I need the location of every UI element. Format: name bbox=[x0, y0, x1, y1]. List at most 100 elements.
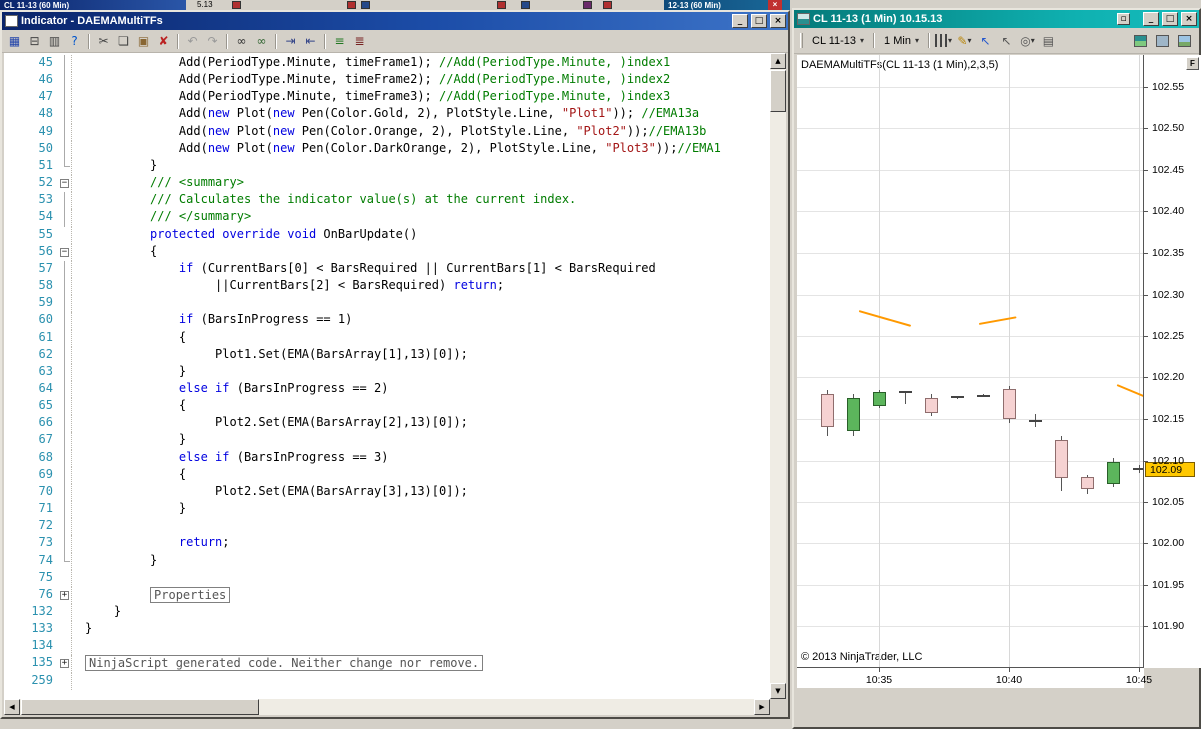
background-window-title-fragment: CL 11-13 (60 Min) bbox=[0, 0, 186, 10]
fold-margin bbox=[58, 106, 72, 124]
chart-window-icon bbox=[797, 13, 810, 25]
candle-body bbox=[1003, 389, 1016, 419]
fold-margin bbox=[58, 483, 72, 502]
paste-icon[interactable]: ▣ bbox=[134, 32, 153, 50]
code-line: 62 Plot1.Set(EMA(BarsArray[1],13)[0]); bbox=[4, 346, 770, 364]
expand-region-box[interactable]: + bbox=[60, 659, 69, 669]
draw-icon[interactable]: ✎ ▾ bbox=[955, 32, 974, 50]
price-axis[interactable]: F 102.09 102.55 102.50 102.45 102.40 102.35 1… bbox=[1144, 55, 1201, 668]
chart-pin-button[interactable]: ▫ bbox=[1117, 13, 1130, 25]
background-icon-fragment bbox=[347, 1, 356, 9]
focus-button[interactable]: F bbox=[1186, 57, 1199, 70]
line-number: 66 bbox=[38, 415, 53, 430]
save-icon[interactable]: ▦ bbox=[5, 32, 24, 50]
fold-margin bbox=[58, 535, 72, 553]
ema-segment bbox=[858, 310, 912, 327]
scroll-up-button[interactable]: ▲ bbox=[770, 53, 786, 69]
editor-minimize-button[interactable]: _ bbox=[732, 14, 748, 28]
editor-close-button[interactable]: × bbox=[770, 14, 786, 28]
chart-titlebar[interactable]: CL 11-13 (1 Min) 10.15.13 ▫ _ □ × bbox=[794, 10, 1199, 28]
cursor-add-icon[interactable]: ↖ bbox=[976, 32, 995, 50]
fragment-close-button[interactable]: × bbox=[768, 0, 782, 10]
outdent-icon[interactable]: ⇤ bbox=[301, 32, 320, 50]
report-icon[interactable]: ▤ bbox=[1039, 32, 1058, 50]
collapsed-region[interactable]: NinjaScript generated code. Neither chan… bbox=[85, 655, 484, 672]
editor-titlebar[interactable]: Indicator - DAEMAMultiTFs _ □ × bbox=[2, 12, 788, 30]
code-line: 50 Add(new Plot(new Pen(Color.DarkOrange… bbox=[4, 140, 770, 159]
chart-view-icons bbox=[1131, 32, 1194, 50]
background-icon-fragment bbox=[232, 1, 241, 9]
fold-margin bbox=[58, 466, 72, 485]
comment-icon[interactable]: ≡ bbox=[330, 32, 349, 50]
time-axis[interactable]: 10:35 10:40 10:45 bbox=[797, 668, 1152, 688]
chart-plot[interactable]: DAEMAMultiTFs(CL 11-13 (1 Min),2,3,5) © … bbox=[797, 55, 1144, 668]
code-text: } bbox=[150, 157, 158, 172]
scroll-right-button[interactable]: ▶ bbox=[754, 699, 770, 715]
gridline-horizontal bbox=[797, 585, 1143, 586]
code-text: } bbox=[113, 604, 122, 618]
gridline-horizontal bbox=[797, 87, 1143, 88]
fold-margin bbox=[58, 312, 72, 330]
code-text: NinjaScript generated code. Neither chan… bbox=[72, 655, 770, 672]
print-preview-icon[interactable]: ▥ bbox=[45, 32, 64, 50]
toolbar-grip[interactable] bbox=[800, 33, 803, 48]
copy-icon[interactable]: ❏ bbox=[114, 32, 133, 50]
snapshot-icon[interactable] bbox=[1153, 32, 1172, 50]
uncomment-icon[interactable]: ≣ bbox=[350, 32, 369, 50]
image-icon[interactable] bbox=[1175, 32, 1194, 50]
scroll-down-button[interactable]: ▼ bbox=[770, 683, 786, 699]
expand-region-box[interactable]: + bbox=[60, 590, 69, 600]
candle-body bbox=[1081, 477, 1094, 489]
indent-icon[interactable]: ⇥ bbox=[281, 32, 300, 50]
price-tick bbox=[1144, 377, 1148, 378]
gridline-horizontal bbox=[797, 295, 1143, 296]
fold-margin bbox=[58, 363, 72, 382]
line-number: 62 bbox=[38, 346, 53, 361]
line-number: 63 bbox=[38, 363, 53, 378]
print-icon[interactable]: ⊟ bbox=[25, 32, 44, 50]
bar-type-icon[interactable]: ▾ bbox=[934, 32, 953, 50]
fold-margin bbox=[58, 518, 72, 536]
code-line: 76 + Properties bbox=[4, 586, 770, 604]
vertical-scroll-thumb[interactable] bbox=[770, 70, 786, 112]
code-editor[interactable]: 45 Add(PeriodType.Minute, timeFrame1); /… bbox=[4, 53, 786, 715]
code-line: 46 Add(PeriodType.Minute, timeFrame2); /… bbox=[4, 72, 770, 90]
scroll-left-button[interactable]: ◀ bbox=[4, 699, 20, 715]
fold-margin bbox=[58, 226, 72, 244]
fold-margin bbox=[58, 346, 72, 364]
horizontal-scrollbar[interactable]: ◀ ▶ bbox=[4, 699, 770, 715]
code-text: { bbox=[178, 329, 187, 344]
chart-maximize-button[interactable]: □ bbox=[1162, 12, 1178, 26]
vertical-scrollbar[interactable]: ▲ ▼ bbox=[770, 53, 786, 699]
chart-style-icon[interactable] bbox=[1131, 32, 1150, 50]
fold-margin bbox=[58, 449, 72, 467]
undo-icon[interactable]: ↶ bbox=[183, 32, 202, 50]
select-icon[interactable]: ◎ ▾ bbox=[1018, 32, 1037, 50]
code-line: 72 bbox=[4, 518, 770, 536]
find-in-files-icon[interactable]: ∞ bbox=[252, 32, 271, 50]
chart-minimize-button[interactable]: _ bbox=[1143, 12, 1159, 26]
collapse-region-box[interactable]: − bbox=[60, 247, 69, 257]
price-tick bbox=[1144, 336, 1148, 337]
cut-icon[interactable]: ✂ bbox=[94, 32, 113, 50]
delete-icon[interactable]: ✘ bbox=[154, 32, 173, 50]
editor-maximize-button[interactable]: □ bbox=[751, 14, 767, 28]
interval-dropdown[interactable]: 1 Min ▾ bbox=[879, 33, 924, 49]
help-icon[interactable]: ? bbox=[65, 32, 84, 50]
line-number: 67 bbox=[38, 432, 53, 447]
collapsed-region[interactable]: Properties bbox=[150, 586, 231, 603]
instrument-dropdown[interactable]: CL 11-13 ▾ bbox=[807, 33, 869, 49]
horizontal-scroll-thumb[interactable] bbox=[21, 699, 259, 715]
code-line: 58 ||CurrentBars[2] < BarsRequired) retu… bbox=[4, 278, 770, 296]
chart-close-button[interactable]: × bbox=[1181, 12, 1197, 26]
redo-icon[interactable]: ↷ bbox=[203, 32, 222, 50]
gridline-horizontal bbox=[797, 543, 1143, 544]
find-icon[interactable]: ∞ bbox=[232, 32, 251, 50]
chart-tool-icons: ▾ ✎ ▾ ↖ ↖ ◎ ▾ ▤ bbox=[934, 32, 1058, 50]
line-number: 132 bbox=[31, 604, 53, 618]
price-tick bbox=[1144, 543, 1148, 544]
code-lines[interactable]: 45 Add(PeriodType.Minute, timeFrame1); /… bbox=[4, 53, 770, 699]
collapse-region-box[interactable]: − bbox=[60, 179, 69, 189]
line-number: 45 bbox=[38, 55, 53, 69]
cursor-icon[interactable]: ↖ bbox=[997, 32, 1016, 50]
